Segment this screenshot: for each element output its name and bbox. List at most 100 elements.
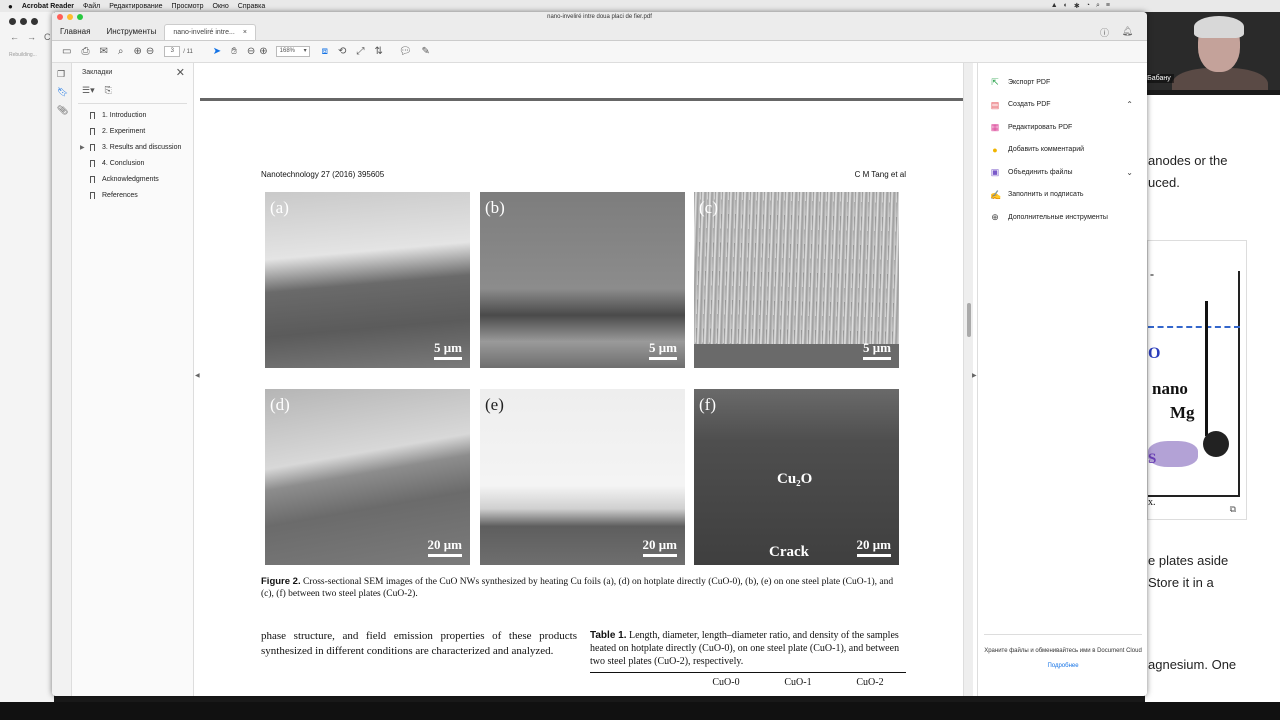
collapse-right-panel-icon[interactable]: ▶ xyxy=(972,372,977,379)
collapse-left-panel-icon[interactable]: ◀ xyxy=(195,372,200,379)
tab-tools[interactable]: Инструменты xyxy=(98,24,164,40)
scroll-mode-icon[interactable]: ⇅ xyxy=(374,46,382,57)
tool-label: Дополнительные инструменты xyxy=(1008,213,1108,221)
panel-label: (f) xyxy=(699,395,716,414)
bookmark-label: 1. Introduction xyxy=(102,112,147,119)
fit-page-icon[interactable]: ⧈ xyxy=(322,46,328,57)
page-thumbnails-icon[interactable]: ❐ xyxy=(57,69,71,81)
bookmark-item[interactable]: References xyxy=(72,188,193,204)
tools-panel: ⇱ Экспорт PDF ▤ Создать PDF ⌃ ▦ Редактироват… xyxy=(977,63,1147,696)
cloud-promo-text: Храните файлы и обменивайтесь ими в Docu… xyxy=(984,648,1142,654)
menu-file[interactable]: Файл xyxy=(83,3,100,10)
tool-combine-files[interactable]: ▣ Объединить файлы ⌄ xyxy=(978,161,1147,184)
search-icon[interactable]: ⌕ xyxy=(118,46,124,57)
status-icon[interactable]: ✱ xyxy=(1074,2,1080,10)
bookmark-item[interactable]: 2. Experiment xyxy=(72,124,193,140)
tab-close-icon[interactable]: × xyxy=(243,25,247,40)
minimize-window-icon[interactable] xyxy=(20,18,27,25)
close-icon[interactable]: ✕ xyxy=(176,66,185,79)
save-icon[interactable]: ▭ xyxy=(62,46,71,57)
minimize-window-icon[interactable] xyxy=(67,14,73,20)
hand-tool-icon[interactable]: ✋︎ xyxy=(231,46,237,57)
fig-label: - xyxy=(1150,267,1154,281)
tool-label: Создать PDF xyxy=(1008,101,1051,109)
expand-icon[interactable]: ⧉ xyxy=(1230,504,1236,515)
scrollbar-thumb[interactable] xyxy=(967,303,971,337)
bookmark-item[interactable]: 1. Introduction xyxy=(72,108,193,124)
learn-more-link[interactable]: Подробнее xyxy=(984,662,1142,671)
draw-icon[interactable]: ✎ xyxy=(422,46,430,57)
vertical-scrollbar[interactable] xyxy=(963,63,973,696)
chevron-up-icon[interactable]: ⌃ xyxy=(1126,100,1133,109)
table-header-row: CuO-0 CuO-1 CuO-2 xyxy=(590,673,906,688)
menu-view[interactable]: Просмотр xyxy=(172,3,204,10)
tool-create-pdf[interactable]: ▤ Создать PDF ⌃ xyxy=(978,94,1147,117)
menu-app-name[interactable]: Acrobat Reader xyxy=(22,3,74,10)
back-icon[interactable]: ← xyxy=(10,32,19,42)
bg-text-line: agnesium. One xyxy=(1148,657,1237,672)
bookmark-icon xyxy=(90,176,95,183)
page-down-icon[interactable]: ⊖ xyxy=(146,46,154,57)
forward-icon[interactable]: → xyxy=(27,32,36,42)
rotate-icon[interactable]: ⟲ xyxy=(338,46,346,57)
background-browser-window: ← → C Rebuilding... xyxy=(0,12,54,702)
bookmark-item[interactable]: Acknowledgments xyxy=(72,172,193,188)
menu-window[interactable]: Окно xyxy=(213,3,229,10)
window-controls xyxy=(9,18,38,25)
figure-caption: Figure 2. Cross-sectional SEM images of … xyxy=(261,576,906,600)
page-number-input[interactable]: 3 xyxy=(164,46,181,57)
tool-fill-sign[interactable]: ✍ Заполнить и подписать xyxy=(978,184,1147,207)
search-icon[interactable]: ⌕ xyxy=(1096,2,1100,10)
bookmarks-actions: ☰▾ ⎘ xyxy=(72,81,193,101)
zoom-out-icon[interactable]: ⊖ xyxy=(247,46,255,57)
wifi-icon[interactable]: ◔ xyxy=(1086,2,1090,10)
attachment-icon[interactable]: 📎︎ xyxy=(57,105,71,117)
fullscreen-icon[interactable]: ⤢ xyxy=(356,46,364,57)
tool-label: Экспорт PDF xyxy=(1008,78,1051,86)
bookmark-label: 2. Experiment xyxy=(102,128,146,135)
comment-icon[interactable]: 💬︎ xyxy=(399,46,412,57)
tab-document[interactable]: nano-inveliré intre... × xyxy=(164,24,256,40)
bookmark-icon[interactable]: 🔖︎ xyxy=(57,87,71,99)
close-window-icon[interactable] xyxy=(57,14,63,20)
desktop-bottom-edge xyxy=(0,702,1280,720)
tool-edit-pdf[interactable]: ▦ Редактировать PDF xyxy=(978,116,1147,139)
chevron-down-icon[interactable]: ⌄ xyxy=(1126,168,1133,177)
control-center-icon[interactable]: ≡ xyxy=(1106,2,1110,10)
tab-document-label: nano-inveliré intre... xyxy=(173,29,235,36)
document-viewport[interactable]: Nanotechnology 27 (2016) 395605 C M Tang… xyxy=(200,63,963,696)
help-icon[interactable]: ⓘ xyxy=(1100,26,1109,39)
scale-bar: 5 μm xyxy=(649,340,677,360)
table-caption-text: Length, diameter, length–diameter ratio,… xyxy=(590,630,900,667)
bookmark-item[interactable]: 4. Conclusion xyxy=(72,156,193,172)
tool-label: Объединить файлы xyxy=(1008,168,1073,176)
sem-panel-f: (f) Cu₂O Crack 20 μm xyxy=(694,389,899,565)
new-bookmark-icon[interactable]: ⎘ xyxy=(105,85,112,101)
chevron-right-icon[interactable]: ▶ xyxy=(80,140,85,156)
select-tool-icon[interactable]: ➤ xyxy=(213,46,221,57)
tab-home[interactable]: Главная xyxy=(52,24,98,40)
status-icon[interactable]: ◐ xyxy=(1064,2,1068,10)
email-icon[interactable]: ✉ xyxy=(99,46,107,57)
fig-label: nano xyxy=(1152,379,1188,398)
menu-help[interactable]: Справка xyxy=(238,3,265,10)
notifications-icon[interactable]: 🔔︎ xyxy=(1122,26,1133,37)
zoom-window-icon[interactable] xyxy=(31,18,38,25)
zoom-select[interactable]: 168% xyxy=(275,46,310,57)
tool-more-tools[interactable]: ⊕ Дополнительные инструменты xyxy=(978,206,1147,229)
menu-edit[interactable]: Редактирование xyxy=(109,3,162,10)
zoom-window-icon[interactable] xyxy=(77,14,83,20)
reload-icon[interactable]: C xyxy=(44,32,51,42)
crack-annotation: Crack xyxy=(769,544,809,560)
page-up-icon[interactable]: ⊕ xyxy=(133,46,141,57)
bookmark-options-icon[interactable]: ☰▾ xyxy=(82,85,95,101)
running-head-right: C M Tang et al xyxy=(854,170,906,179)
status-icon[interactable]: ▲ xyxy=(1051,2,1058,10)
print-icon[interactable]: ⎙ xyxy=(81,46,89,57)
zoom-in-icon[interactable]: ⊕ xyxy=(259,46,267,57)
bookmark-item[interactable]: ▶ 3. Results and discussion xyxy=(72,140,193,156)
tool-add-comment[interactable]: ● Добавить комментарий xyxy=(978,139,1147,162)
close-window-icon[interactable] xyxy=(9,18,16,25)
apple-menu-icon[interactable]: ● xyxy=(8,2,13,11)
tool-export-pdf[interactable]: ⇱ Экспорт PDF xyxy=(978,71,1147,94)
